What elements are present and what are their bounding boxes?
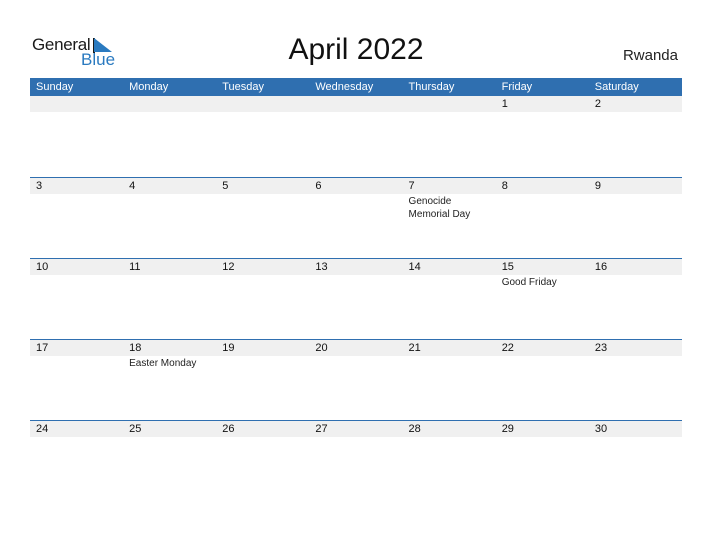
day-number: 17 [36, 342, 49, 354]
day-number: 20 [315, 342, 328, 354]
day-cell: 15 Good Friday [496, 258, 589, 339]
day-cell: 6 [309, 177, 402, 258]
day-cell: 8 [496, 177, 589, 258]
day-number: 23 [594, 342, 608, 354]
day-cell: 14 [403, 258, 496, 339]
day-number: 18 [129, 342, 142, 354]
day-cell: 28 [403, 420, 496, 501]
day-number: 30 [594, 423, 608, 435]
day-cell [309, 96, 402, 177]
weekday-saturday: Saturday [594, 81, 639, 93]
day-number: 7 [408, 180, 415, 192]
day-number: 10 [36, 261, 49, 273]
weekday-wednesday: Wednesday [315, 81, 374, 93]
day-cell: 12 [216, 258, 309, 339]
day-number: 25 [129, 423, 142, 435]
holiday-label: Easter Monday [129, 358, 197, 369]
day-cell: 21 [403, 339, 496, 420]
day-number: 14 [408, 261, 421, 273]
day-cell: 22 [496, 339, 589, 420]
week-row: 17 18 Easter Monday 19 20 21 22 23 [30, 339, 682, 420]
day-number: 24 [36, 423, 49, 435]
weekday-header: Sunday Monday Tuesday Wednesday Thursday… [30, 78, 682, 96]
week-row: 3 4 5 6 7 Genocide Memorial Day 8 9 [30, 177, 682, 258]
day-cell [123, 96, 216, 177]
day-number: 16 [594, 261, 608, 273]
week-row: 24 25 26 27 28 29 30 [30, 420, 682, 501]
day-cell: 1 [496, 96, 589, 177]
day-cell: 30 [589, 420, 682, 501]
day-number: 15 [501, 261, 514, 273]
day-number: 6 [315, 180, 322, 192]
day-cell: 20 [309, 339, 402, 420]
day-number: 12 [222, 261, 235, 273]
day-cell: 25 [123, 420, 216, 501]
day-number: 3 [36, 180, 43, 192]
day-number: 27 [315, 423, 328, 435]
weekday-friday: Friday [501, 81, 533, 93]
week-row: 10 11 12 13 14 15 Good Friday 16 [30, 258, 682, 339]
weekday-tuesday: Tuesday [222, 81, 265, 93]
page-title: April 2022 [288, 33, 424, 66]
day-cell: 5 [216, 177, 309, 258]
day-number: 9 [594, 180, 601, 192]
day-cell: 27 [309, 420, 402, 501]
day-number: 1 [501, 98, 508, 110]
day-cell: 10 [30, 258, 123, 339]
day-cell: 16 [589, 258, 682, 339]
week-row: 12 [30, 96, 682, 177]
day-number: 2 [594, 98, 601, 110]
day-cell: 26 [216, 420, 309, 501]
day-number: 8 [501, 180, 508, 192]
day-cell [403, 96, 496, 177]
country-label: Rwanda [622, 47, 678, 64]
day-number: 22 [501, 342, 514, 354]
day-number: 21 [408, 342, 421, 354]
day-cell: 19 [216, 339, 309, 420]
day-cell: 4 [123, 177, 216, 258]
day-cell: 13 [309, 258, 402, 339]
day-number: 13 [315, 261, 328, 273]
day-cell: 23 [589, 339, 682, 420]
weekday-monday: Monday [129, 81, 169, 93]
day-cell: 9 [589, 177, 682, 258]
day-cell: 24 [30, 420, 123, 501]
day-number: 29 [501, 423, 514, 435]
day-cell [216, 96, 309, 177]
day-cell: 11 [123, 258, 216, 339]
day-cell: 7 Genocide Memorial Day [403, 177, 496, 258]
holiday-label: Good Friday [501, 277, 557, 288]
day-number: 4 [129, 180, 136, 192]
day-cell: 29 [496, 420, 589, 501]
weekday-sunday: Sunday [36, 81, 74, 93]
day-number: 5 [222, 180, 229, 192]
day-number: 11 [129, 261, 141, 273]
day-cell [30, 96, 123, 177]
day-cell: 3 [30, 177, 123, 258]
weekday-thursday: Thursday [408, 81, 455, 93]
day-cell: 2 [589, 96, 682, 177]
day-number: 19 [222, 342, 235, 354]
holiday-label: Genocide Memorial Day [408, 196, 471, 220]
day-number: 26 [222, 423, 235, 435]
day-cell: 18 Easter Monday [123, 339, 216, 420]
day-number: 28 [408, 423, 421, 435]
day-cell: 17 [30, 339, 123, 420]
